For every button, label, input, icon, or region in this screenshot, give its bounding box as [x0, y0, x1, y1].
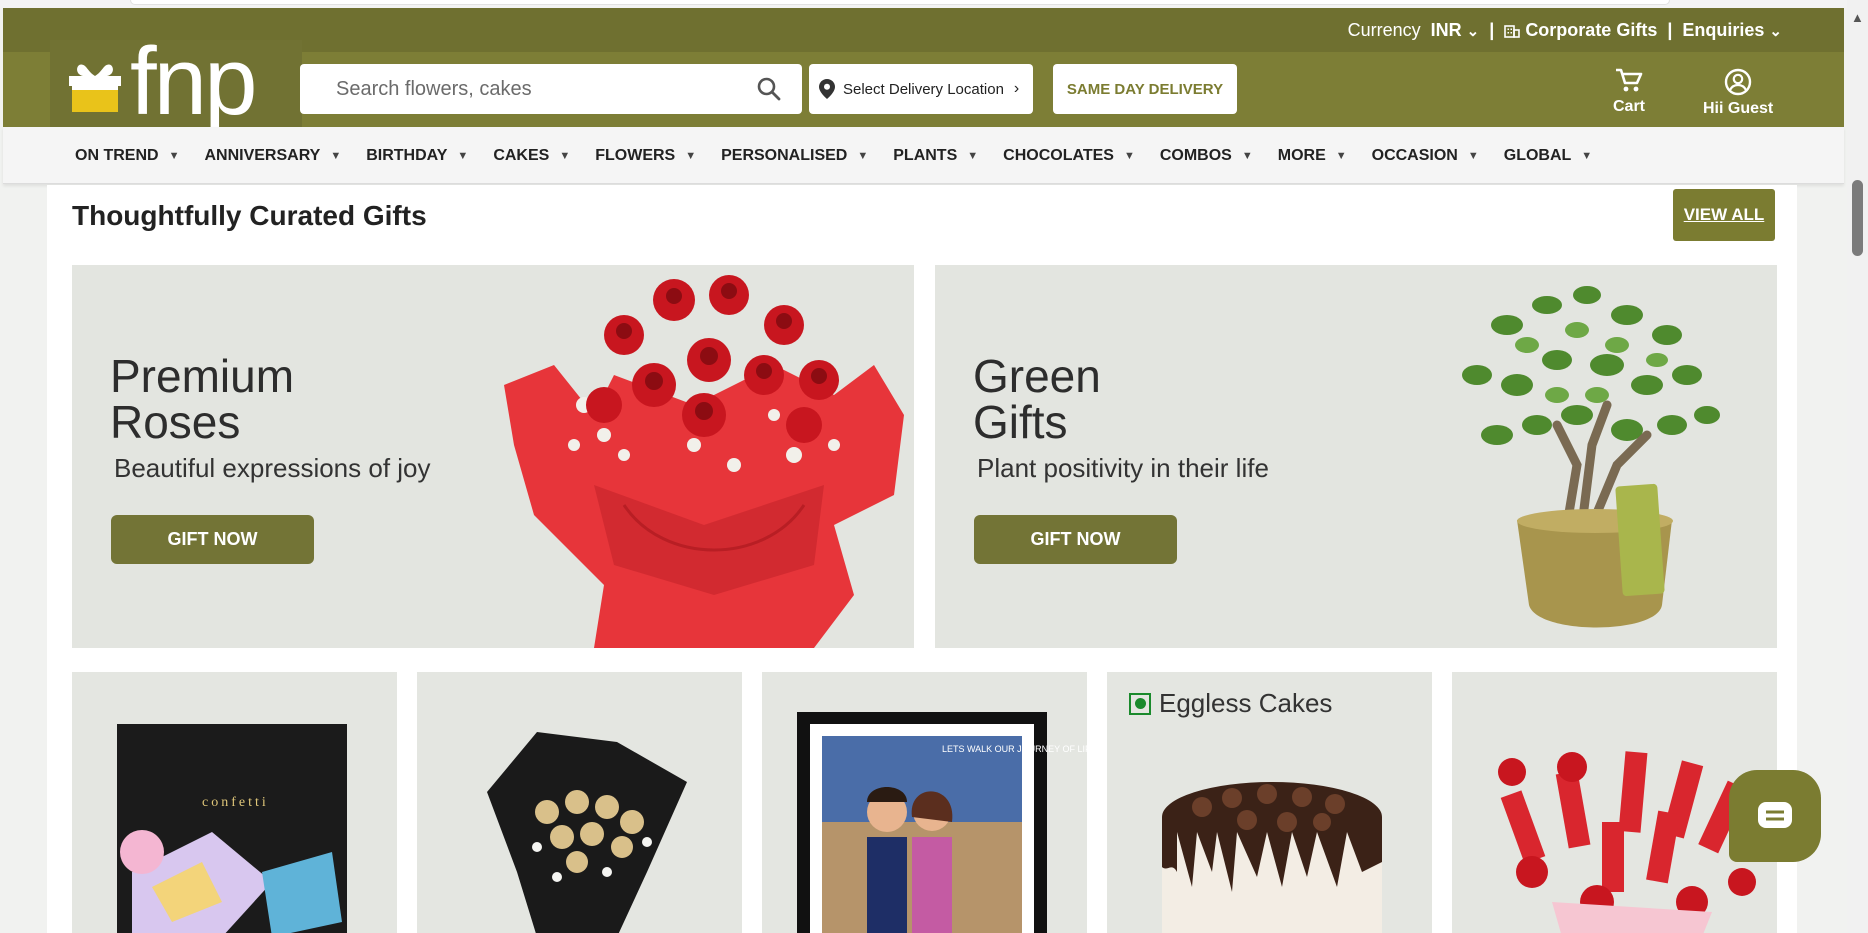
nav-item-birthday[interactable]: BIRTHDAY ▼ [366, 147, 468, 165]
caricature-text: LETS WALK OUR JOURNEY OF LIFE TOGETHER S… [942, 744, 1087, 754]
chevron-down-icon: ▼ [330, 149, 342, 162]
chevron-down-icon: ▼ [1123, 149, 1135, 162]
banner-title-line1: Green [973, 350, 1101, 402]
view-all-button[interactable]: VIEW ALL [1673, 189, 1775, 241]
chat-icon [1758, 802, 1792, 828]
scroll-up-arrow-icon[interactable]: ▲ [1851, 10, 1864, 25]
chevron-down-icon: ⌄ [1466, 22, 1480, 40]
main-nav: ON TREND ▼ ANNIVERSARY ▼ BIRTHDAY ▼ CAKES ▼ … [3, 127, 1844, 184]
chevron-down-icon: ▼ [967, 149, 979, 162]
nav-item-anniversary[interactable]: ANNIVERSARY ▼ [204, 147, 341, 165]
jade-plant-image [1417, 265, 1777, 648]
nav-item-flowers[interactable]: FLOWERS ▼ [595, 147, 696, 165]
delivery-location-button[interactable]: Select Delivery Location › [809, 64, 1033, 114]
nav-item-personalised[interactable]: PERSONALISED ▼ [721, 147, 868, 165]
nav-item-more[interactable]: MORE ▼ [1278, 147, 1347, 165]
product-tile-ferrero-bouquet[interactable] [417, 672, 742, 933]
cart-icon [1616, 68, 1643, 92]
nav-item-occasion[interactable]: OCCASION ▼ [1372, 147, 1479, 165]
chevron-down-icon: ▼ [457, 149, 469, 162]
nav-item-plants[interactable]: PLANTS ▼ [893, 147, 978, 165]
product-tile-caricature-frame[interactable]: LETS WALK OUR JOURNEY OF LIFE TOGETHER S… [762, 672, 1087, 933]
chevron-down-icon: ▼ [1335, 149, 1347, 162]
green-gifts-banner[interactable]: Green Gifts Plant positivity in their li… [935, 265, 1777, 648]
cart-button[interactable]: Cart [1613, 68, 1645, 116]
location-pin-icon [819, 79, 835, 99]
veg-icon [1129, 692, 1151, 715]
building-icon [1504, 24, 1521, 38]
banner-subtitle: Beautiful expressions of joy [114, 453, 431, 483]
fnp-logo[interactable]: fnp [50, 32, 302, 132]
page-scrollbar[interactable]: ▲ [1847, 0, 1868, 933]
search-input[interactable]: Search flowers, cakes [300, 64, 802, 114]
gift-logo-icon [69, 64, 121, 112]
chevron-down-icon: ▼ [1467, 149, 1479, 162]
nav-item-cakes[interactable]: CAKES ▼ [493, 147, 570, 165]
ferrero-bouquet-image [487, 732, 687, 933]
chevron-down-icon: ▼ [685, 149, 697, 162]
gift-now-button[interactable]: GIFT NOW [111, 515, 314, 564]
section-title: Thoughtfully Curated Gifts [72, 200, 427, 231]
product-tile-confetti-box[interactable]: confetti [72, 672, 397, 933]
account-button[interactable]: Hii Guest [1703, 68, 1773, 118]
currency-label: Currency [1347, 19, 1421, 40]
chevron-down-icon: ▼ [857, 149, 869, 162]
gift-box-image: confetti [117, 724, 347, 933]
search-placeholder: Search flowers, cakes [336, 77, 532, 100]
banner-title-line2: Gifts [973, 396, 1068, 448]
nav-item-on-trend[interactable]: ON TREND ▼ [75, 147, 179, 165]
chevron-down-icon: ▼ [559, 149, 571, 162]
chevron-down-icon: ▼ [1581, 149, 1593, 162]
chevron-down-icon: ⌄ [1769, 22, 1782, 40]
corporate-gifts-link[interactable]: Corporate Gifts [1504, 20, 1657, 41]
nav-item-chocolates[interactable]: CHOCOLATES ▼ [1003, 147, 1135, 165]
eggless-label: Eggless Cakes [1129, 688, 1332, 719]
premium-roses-banner[interactable]: Premium Roses Beautiful expressions of j… [72, 265, 914, 648]
confetti-text: confetti [202, 795, 269, 810]
enquiries-menu[interactable]: Enquiries ⌄ [1682, 20, 1782, 41]
chevron-right-icon: › [1013, 80, 1020, 97]
browser-top-strip [0, 0, 1868, 8]
rose-bouquet-image [474, 265, 914, 648]
banner-subtitle: Plant positivity in their life [977, 453, 1269, 483]
nav-item-global[interactable]: GLOBAL ▼ [1504, 147, 1592, 165]
page: Currency INR ⌄ | Corporate Gifts | Enqui… [0, 0, 1868, 933]
product-tile-eggless-cake[interactable]: Eggless Cakes [1107, 672, 1432, 933]
chevron-down-icon: ▼ [168, 149, 180, 162]
chat-support-button[interactable] [1729, 770, 1821, 862]
scrollbar-thumb[interactable] [1852, 180, 1863, 256]
user-icon [1724, 68, 1752, 96]
chevron-down-icon: ▼ [1241, 149, 1253, 162]
site-header: Currency INR ⌄ | Corporate Gifts | Enqui… [3, 8, 1844, 132]
nav-item-combos[interactable]: COMBOS ▼ [1160, 147, 1253, 165]
currency-selector[interactable]: INR ⌄ [1431, 20, 1480, 41]
banner-title-line2: Roses [110, 396, 241, 448]
banner-title-line1: Premium [110, 350, 295, 402]
caricature-frame-image: LETS WALK OUR JOURNEY OF LIFE TOGETHER S… [797, 712, 1087, 933]
gift-now-button[interactable]: GIFT NOW [974, 515, 1177, 564]
same-day-delivery-button[interactable]: SAME DAY DELIVERY [1053, 64, 1237, 114]
search-icon[interactable] [756, 76, 782, 102]
